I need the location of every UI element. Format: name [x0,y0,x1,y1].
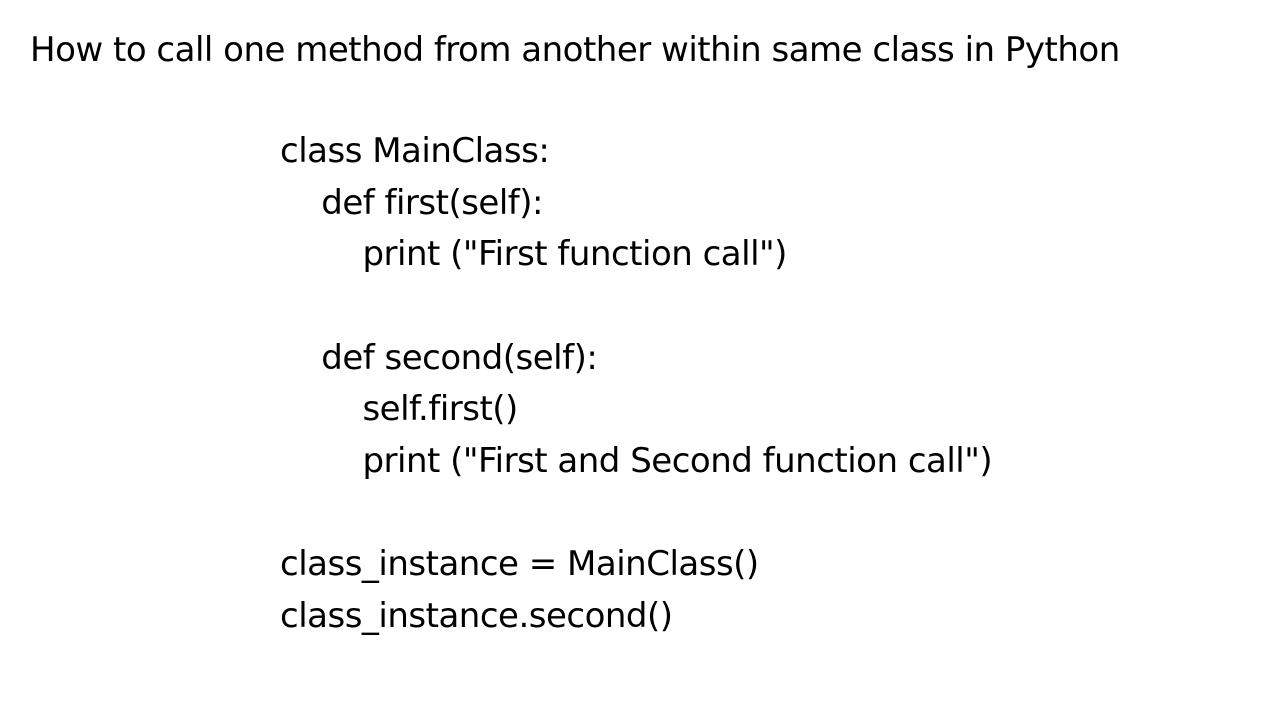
page-heading: How to call one method from another with… [0,0,1280,70]
code-example: class MainClass: def first(self): print … [0,70,1280,643]
